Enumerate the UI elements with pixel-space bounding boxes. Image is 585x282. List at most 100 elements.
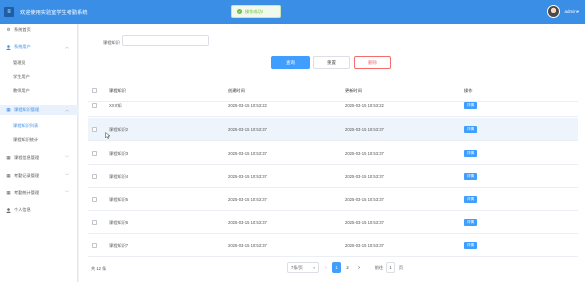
cell-updated: 2025-03-15 10:53:37 xyxy=(345,220,384,225)
goto-suffix: 页 xyxy=(398,264,404,270)
cell-created: 2025-03-15 10:53:37 xyxy=(228,220,267,225)
cell-created: 2025-03-15 10:53:37 xyxy=(228,174,267,179)
sidebar-sub-label: 课程知识统计 xyxy=(13,137,39,142)
mouse-cursor-icon xyxy=(105,132,110,139)
row-checkbox[interactable] xyxy=(92,94,97,117)
page-size-value: 7条/页 xyxy=(291,264,303,270)
chevron-down-icon: ﹀ xyxy=(65,155,69,160)
chevron-up-icon: ︿ xyxy=(65,44,69,49)
table-row[interactable]: 课程知识2 2025-03-15 10:53:37 2025-03-15 10:… xyxy=(88,118,578,141)
cell-updated: 2025-03-15 10:53:37 xyxy=(345,127,384,132)
sidebar-item-course-info[interactable]: ▦ 课程信息管理 ﹀ xyxy=(0,153,78,163)
page-button-1[interactable]: 1 xyxy=(332,262,341,273)
detail-button[interactable]: 详情 xyxy=(464,196,477,203)
sidebar: ⚙ 系统首页 系统用户 ︿ 管理员 学生用户 教师用户 ▦ 课程知识管理 ︿ 课… xyxy=(0,24,78,282)
detail-button[interactable]: 详情 xyxy=(464,150,477,157)
gear-icon: ⚙ xyxy=(6,27,11,32)
next-page-button[interactable]: > xyxy=(355,262,363,273)
row-checkbox[interactable] xyxy=(92,165,97,188)
chevron-down-icon: ﹀ xyxy=(65,173,69,178)
sidebar-item-label: 考勤记录管理 xyxy=(14,173,40,178)
page-size-select[interactable]: 7条/页 ▾ xyxy=(287,262,319,273)
chevron-down-icon: ▾ xyxy=(313,265,315,270)
user-icon xyxy=(6,207,11,213)
sidebar-item-profile[interactable]: 个人信息 xyxy=(0,205,78,215)
cell-created: 2025-03-15 10:53:37 xyxy=(228,151,267,156)
table-row[interactable]: 课程知识3 2025-03-15 10:53:37 2025-03-15 10:… xyxy=(88,142,578,165)
sidebar-sub-knowledge-stats[interactable]: 课程知识统计 xyxy=(0,135,78,145)
grid-icon: ▦ xyxy=(6,155,11,160)
reset-button[interactable]: 重置 xyxy=(313,56,350,69)
sidebar-sub-label: 学生用户 xyxy=(13,74,30,79)
row-checkbox[interactable] xyxy=(92,211,97,234)
sidebar-item-label: 系统首页 xyxy=(14,27,31,32)
avatar[interactable] xyxy=(547,5,561,18)
cell-created: 2025-03-15 10:53:37 xyxy=(228,197,267,202)
sidebar-item-system-users[interactable]: 系统用户 ︿ xyxy=(0,42,78,52)
detail-button[interactable]: 详情 xyxy=(464,102,477,109)
row-checkbox[interactable] xyxy=(92,234,97,257)
menu-icon[interactable]: ≡ xyxy=(4,7,14,17)
grid-icon: ▦ xyxy=(6,107,11,112)
table-row[interactable]: 课程知识4 2025-03-15 10:53:37 2025-03-15 10:… xyxy=(88,165,578,188)
cell-created: 2025-03-15 10:53:22 xyxy=(228,103,267,108)
cell-knowledge: 课程知识6 xyxy=(109,219,129,225)
cell-updated: 2025-03-15 10:53:37 xyxy=(345,151,384,156)
sidebar-item-label: 系统用户 xyxy=(14,44,31,49)
chevron-down-icon: ﹀ xyxy=(65,190,69,195)
sidebar-sub-students[interactable]: 学生用户 xyxy=(0,72,78,82)
detail-button[interactable]: 详情 xyxy=(464,219,477,226)
cell-updated: 2025-03-15 10:53:37 xyxy=(345,174,384,179)
grid-icon: ▦ xyxy=(6,190,11,195)
sidebar-sub-admin[interactable]: 管理员 xyxy=(0,58,78,68)
detail-button[interactable]: 详情 xyxy=(464,173,477,180)
app-title: 欢迎使用实验室学生考勤系统 xyxy=(20,9,88,16)
detail-button[interactable]: 详情 xyxy=(464,242,477,249)
page-button-2[interactable]: 2 xyxy=(343,262,352,273)
row-checkbox[interactable] xyxy=(92,142,97,165)
sidebar-item-label: 个人信息 xyxy=(14,207,31,212)
table-row[interactable]: 课程知识5 2025-03-15 10:53:37 2025-03-15 10:… xyxy=(88,188,578,211)
sidebar-item-course-knowledge[interactable]: ▦ 课程知识管理 ︿ xyxy=(0,105,78,115)
cell-knowledge: 课程知识5 xyxy=(109,196,129,202)
cell-updated: 2025-03-15 10:53:37 xyxy=(345,243,384,248)
row-checkbox[interactable] xyxy=(92,118,97,141)
sidebar-item-attendance-records[interactable]: ▦ 考勤记录管理 ﹀ xyxy=(0,171,78,181)
top-header: ≡ 欢迎使用实验室学生考勤系统 admin▾ xyxy=(0,0,585,24)
cell-knowledge: 课程知识7 xyxy=(109,242,129,248)
table-row[interactable]: 课程知识7 2025-03-15 10:53:37 2025-03-15 10:… xyxy=(88,234,578,257)
total-count: 共 12 条 xyxy=(91,266,107,271)
cell-created: 2025-03-15 10:53:37 xyxy=(228,127,267,132)
search-input[interactable] xyxy=(122,35,209,46)
detail-button[interactable]: 详情 xyxy=(464,126,477,133)
sidebar-item-attendance-stats[interactable]: ▦ 考勤统计管理 ﹀ xyxy=(0,188,78,198)
sidebar-item-label: 课程知识管理 xyxy=(14,107,40,112)
delete-button[interactable]: 删除 xyxy=(354,56,391,69)
user-name[interactable]: admin▾ xyxy=(564,9,579,15)
cell-knowledge: 课程知识2 xyxy=(109,126,129,132)
goto-page-input[interactable]: 1 xyxy=(386,262,395,273)
search-label: 课程知识 xyxy=(103,40,120,45)
sidebar-sub-knowledge-list[interactable]: 课程知识列表 xyxy=(0,121,78,131)
success-toast: ✓ 操作成功! xyxy=(231,5,281,18)
sidebar-sub-label: 教师用户 xyxy=(13,88,30,93)
cell-created: 2025-03-15 10:53:37 xyxy=(228,243,267,248)
row-checkbox[interactable] xyxy=(92,188,97,211)
query-button[interactable]: 查询 xyxy=(271,56,310,69)
sidebar-item-home[interactable]: ⚙ 系统首页 xyxy=(0,25,78,35)
sidebar-sub-label: 管理员 xyxy=(13,60,26,65)
sidebar-item-label: 课程信息管理 xyxy=(14,155,40,160)
prev-page-button[interactable]: < xyxy=(322,262,330,273)
cell-knowledge: 课程知识3 xyxy=(109,150,129,156)
table-row[interactable]: XXX知 2025-03-15 10:53:22 2025-03-15 10:5… xyxy=(88,94,578,117)
goto-label: 前往 xyxy=(374,264,384,270)
user-menu[interactable]: admin▾ xyxy=(547,5,579,18)
user-icon xyxy=(6,44,11,50)
toast-message: 操作成功! xyxy=(245,8,263,14)
cell-updated: 2025-03-15 10:53:22 xyxy=(345,103,384,108)
sidebar-sub-teachers[interactable]: 教师用户 xyxy=(0,86,78,96)
success-check-icon: ✓ xyxy=(237,9,242,14)
table-row[interactable]: 课程知识6 2025-03-15 10:53:37 2025-03-15 10:… xyxy=(88,211,578,234)
grid-icon: ▦ xyxy=(6,173,11,178)
sidebar-item-label: 考勤统计管理 xyxy=(14,190,40,195)
